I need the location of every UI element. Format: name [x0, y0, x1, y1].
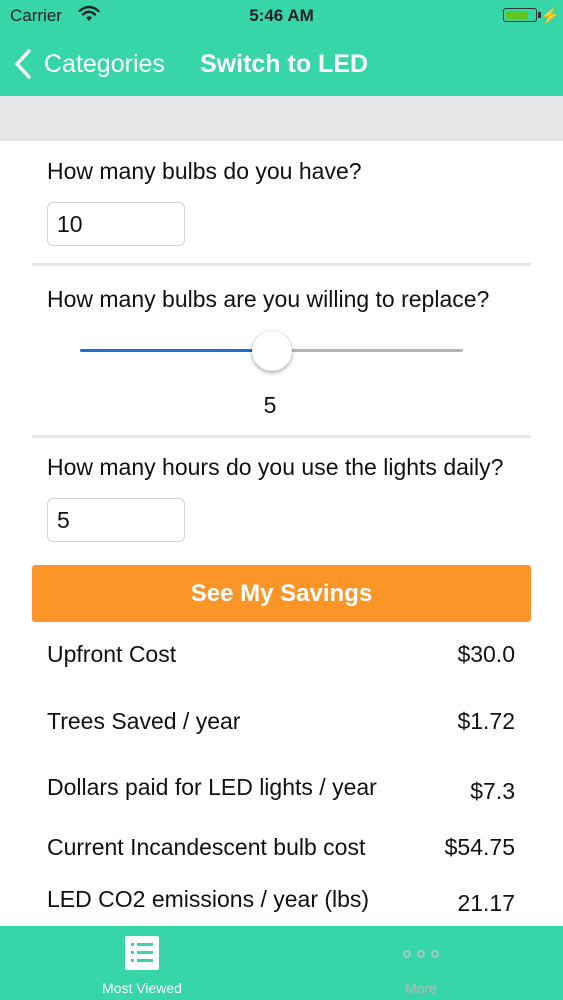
- list-icon: [125, 936, 159, 970]
- slider-value-label: 5: [263, 392, 277, 418]
- see-my-savings-button[interactable]: See My Savings: [32, 565, 531, 622]
- back-button-label: Categories: [44, 49, 165, 78]
- page-title: Switch to LED: [200, 50, 369, 78]
- tab-most-viewed-label: Most Viewed: [102, 980, 182, 996]
- question-hours-daily: How many hours do you use the lights dai…: [47, 454, 504, 480]
- result-value-co2-emissions: 21.17: [457, 890, 515, 916]
- question-bulbs-replace: How many bulbs are you willing to replac…: [47, 286, 490, 312]
- question-bulbs-owned: How many bulbs do you have?: [47, 158, 362, 184]
- more-dots-icon: [403, 950, 439, 958]
- tab-bar: Most Viewed More: [0, 926, 563, 1000]
- chevron-left-icon: [15, 49, 31, 79]
- header-spacer: [0, 96, 563, 141]
- bulbs-replace-slider[interactable]: [80, 331, 463, 371]
- tab-more-label: More: [405, 980, 437, 996]
- clock: 5:46 AM: [249, 6, 314, 25]
- result-label-incandescent-cost: Current Incandescent bulb cost: [47, 834, 366, 860]
- result-value-trees-saved: $1.72: [457, 708, 515, 734]
- tab-most-viewed[interactable]: Most Viewed: [67, 926, 217, 1000]
- divider: [32, 435, 531, 438]
- divider: [32, 263, 531, 266]
- result-label-co2-emissions: LED CO2 emissions / year (lbs): [47, 886, 370, 912]
- hours-daily-input[interactable]: [47, 498, 185, 542]
- battery-icon: [503, 8, 541, 22]
- result-label-led-dollars: Dollars paid for LED lights / year: [47, 774, 377, 800]
- charging-bolt-icon: ⚡: [540, 8, 560, 25]
- bulbs-owned-input[interactable]: [47, 202, 185, 246]
- back-button[interactable]: Categories: [12, 46, 165, 82]
- result-label-trees-saved: Trees Saved / year: [47, 708, 241, 734]
- slider-thumb[interactable]: [251, 331, 292, 371]
- slider-track-fill: [80, 349, 272, 352]
- status-bar: Carrier 5:46 AM ⚡: [0, 0, 563, 32]
- result-value-led-dollars: $7.3: [470, 778, 515, 804]
- result-label-upfront-cost: Upfront Cost: [47, 641, 177, 667]
- tab-more[interactable]: More: [346, 926, 496, 1000]
- navigation-bar: Categories Switch to LED: [0, 32, 563, 96]
- result-value-incandescent-cost: $54.75: [444, 834, 515, 860]
- result-value-upfront-cost: $30.0: [457, 641, 515, 667]
